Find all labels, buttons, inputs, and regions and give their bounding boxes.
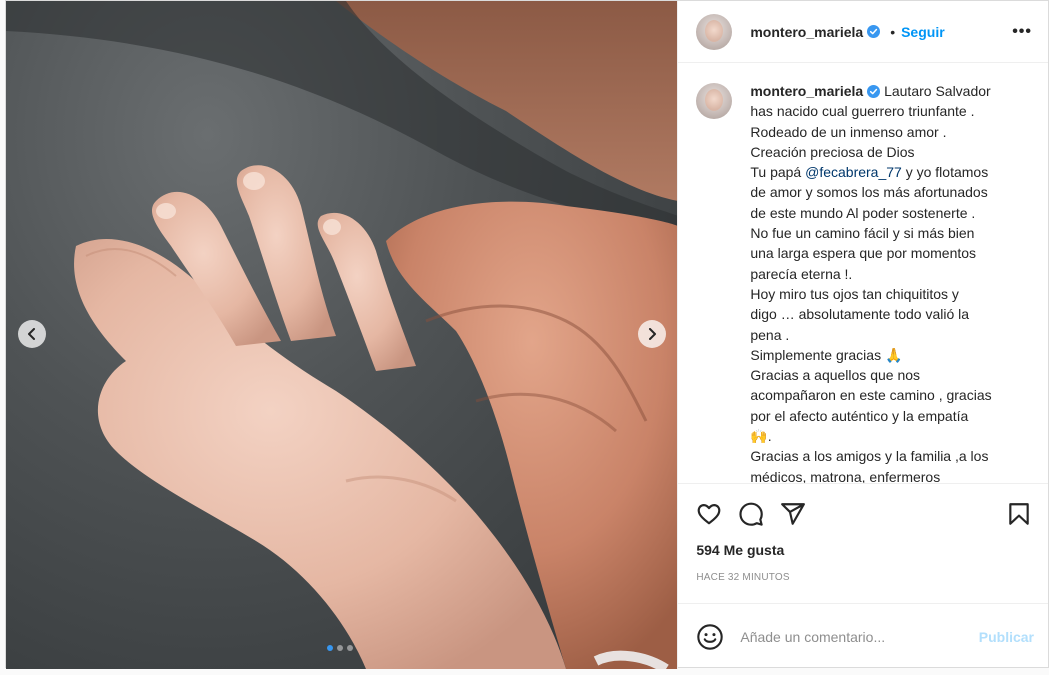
caption-line: Rodeado de un inmenso amor . (750, 123, 947, 140)
comment-composer: Publicar (678, 603, 1048, 669)
caption-text-segment: y yo flotamos (905, 164, 989, 181)
caption-line: 🙌. (750, 428, 772, 445)
post-side-panel: montero_mariela • Seguir ••• montero_mar… (677, 1, 1048, 669)
caption-line: Gracias a los amigos y la familia ,a los (750, 448, 989, 465)
comment-icon (739, 502, 764, 526)
caption-line: Gracias a aquellos que nos (750, 367, 921, 384)
verified-badge-icon (867, 25, 881, 38)
caption-line: Simplemente gracias 🙏 (750, 346, 903, 363)
caption-line: No fue un camino fácil y si más bien (750, 225, 975, 242)
photo-baby-hand (6, 1, 678, 669)
carousel-dot (337, 645, 343, 651)
follow-button[interactable]: Seguir (901, 24, 945, 40)
save-button[interactable] (1006, 501, 1032, 527)
mention-link[interactable]: @fecabrera_77 (805, 164, 902, 180)
post-header: montero_mariela • Seguir ••• (678, 1, 1048, 63)
caption-line-with-mention: Tu papá @fecabrera_77 y yo flotamos (750, 162, 1020, 182)
action-icons (696, 484, 1032, 544)
emoji-icon (697, 623, 724, 650)
caption-line: por el afecto auténtico y la empatía (750, 407, 969, 424)
caption-text: montero_mariela Lautaro Salvador has nac… (750, 81, 1020, 483)
post-actions: 594 Me gusta HACE 32 MINUTOS (678, 483, 1048, 603)
carousel-dot (347, 645, 353, 651)
carousel-indicator (327, 645, 353, 651)
caption-username[interactable]: montero_mariela (750, 83, 863, 99)
carousel-prev-button[interactable] (18, 320, 46, 348)
caption-line: Creación preciosa de Dios (750, 143, 915, 160)
author-username[interactable]: montero_mariela (750, 24, 863, 40)
chevron-left-icon (28, 328, 35, 340)
caption-line: de amor y somos los más afortunados (750, 184, 988, 201)
caption-avatar[interactable] (696, 83, 733, 119)
caption-line: Hoy miro tus ojos tan chiquititos y (750, 285, 959, 302)
caption-line: médicos, matrona, enfermeros (750, 468, 941, 483)
more-options-button[interactable]: ••• (1012, 23, 1032, 41)
carousel-dot-active (327, 645, 333, 651)
avatar[interactable] (696, 13, 733, 50)
caption-line: pena . (750, 326, 790, 343)
caption-section: montero_mariela Lautaro Salvador has nac… (678, 63, 1048, 483)
post-media[interactable] (6, 1, 678, 669)
caption-line: Lautaro Salvador (884, 83, 991, 99)
chevron-right-icon (649, 328, 656, 340)
caption-line: parecía eterna !. (750, 265, 853, 282)
caption-line: de este mundo Al poder sostenerte . (750, 204, 976, 221)
caption-line: una larga espera que por momentos (750, 245, 977, 262)
instagram-post: montero_mariela • Seguir ••• montero_mar… (5, 0, 1049, 669)
verified-badge-icon (867, 85, 881, 98)
caption-text-segment: Tu papá (750, 164, 802, 181)
share-button[interactable] (780, 501, 806, 527)
caption-line: has nacido cual guerrero triunfante . (750, 103, 975, 120)
caption-line: acompañaron en este camino , gracias (750, 387, 992, 404)
share-icon (781, 503, 806, 525)
comment-input[interactable] (740, 628, 979, 645)
like-count[interactable]: 594 Me gusta (696, 542, 1032, 558)
publish-button[interactable]: Publicar (979, 629, 1034, 645)
emoji-button[interactable] (696, 623, 724, 651)
bookmark-icon (1009, 503, 1029, 525)
carousel-next-button[interactable] (638, 320, 666, 348)
like-button[interactable] (696, 501, 722, 527)
comment-button[interactable] (738, 501, 764, 527)
header-separator: • (890, 23, 896, 40)
post-timestamp[interactable]: HACE 32 MINUTOS (696, 572, 1032, 583)
heart-icon (697, 504, 721, 525)
caption-line: digo … absolutamente todo valió la (750, 306, 970, 323)
